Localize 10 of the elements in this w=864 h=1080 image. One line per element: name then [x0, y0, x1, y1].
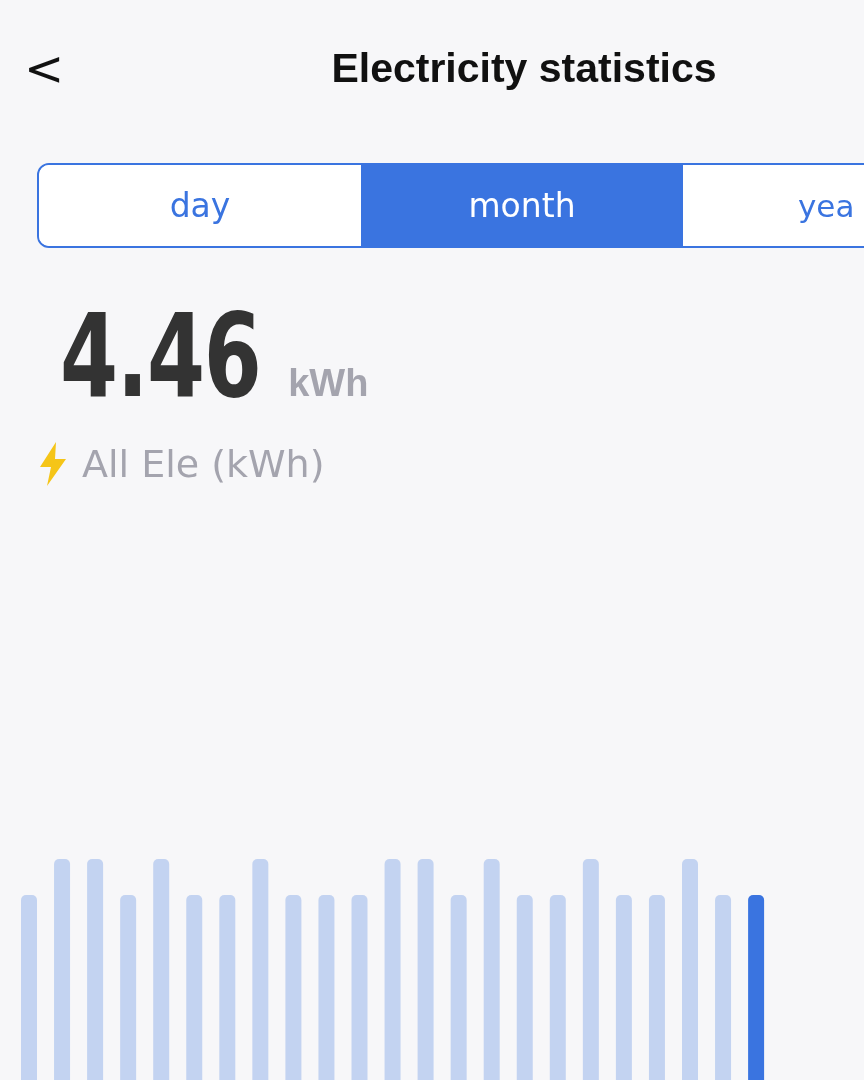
- period-tab[interactable]: month: [361, 165, 683, 246]
- chart-bar[interactable]: [748, 895, 765, 1080]
- period-tab[interactable]: yea: [683, 165, 864, 246]
- period-tab[interactable]: day: [39, 165, 361, 246]
- total-value: 4.46: [60, 298, 261, 414]
- lightning-icon: [38, 442, 68, 486]
- back-button[interactable]: <: [18, 44, 71, 92]
- page-title: Electricity statistics: [331, 44, 717, 92]
- unit-label: kWh: [288, 362, 369, 405]
- caption: All Ele (kWh): [82, 442, 325, 486]
